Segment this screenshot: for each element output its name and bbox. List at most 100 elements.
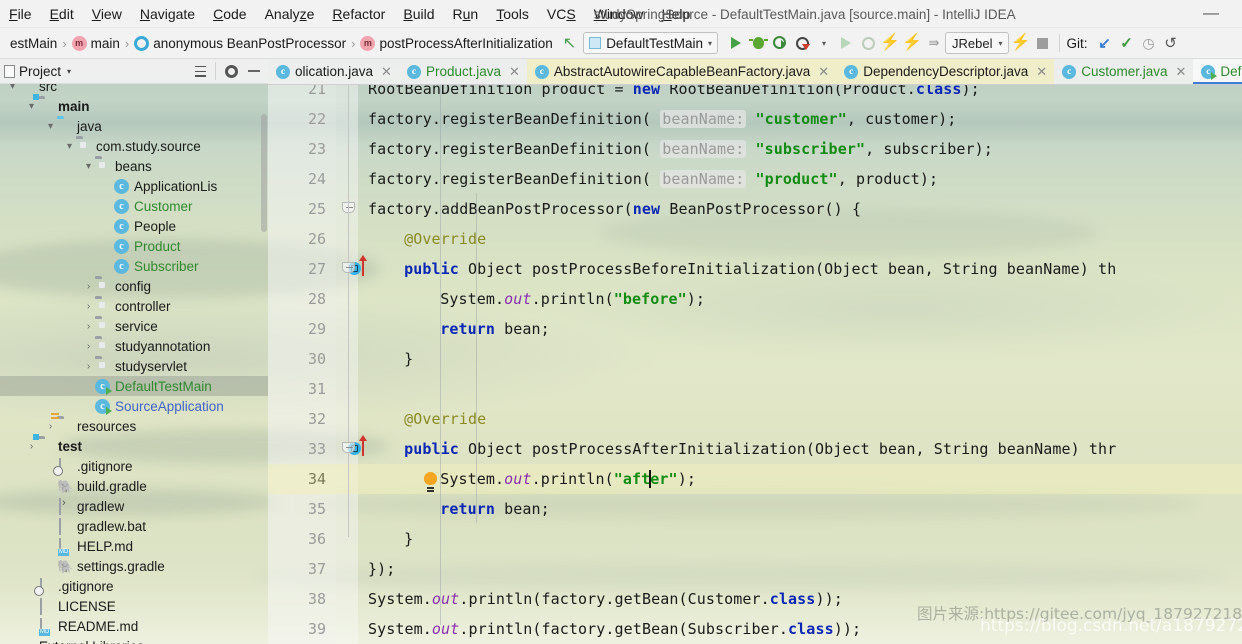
menu-item-analyze[interactable]: Analyze [256, 3, 324, 25]
chevron-down-icon[interactable]: ▾ [25, 101, 38, 112]
jrebel-selector[interactable]: JRebel ▾ [945, 32, 1010, 54]
code-line[interactable]: 27 public Object postProcessBeforeInitial… [268, 254, 1242, 284]
fold-collapse-icon[interactable] [342, 442, 355, 453]
chevron-down-icon[interactable]: ▾ [67, 67, 71, 76]
editor-code-area[interactable]: 21 RootBeanDefinition product = new RootB… [268, 85, 1242, 644]
chevron-right-icon[interactable]: › [82, 301, 95, 312]
stop-button[interactable] [1031, 32, 1053, 54]
code-line[interactable]: 26 @Override [268, 224, 1242, 254]
settings-gear-button[interactable] [221, 61, 241, 81]
code-line[interactable]: 25 factory.addBeanPostProcessor(new BeanP… [268, 194, 1242, 224]
git-update-button[interactable]: ↙ [1094, 32, 1116, 54]
tree-item-gitignore[interactable]: .gitignore [0, 576, 268, 596]
menu-item-run[interactable]: Run [444, 3, 488, 25]
debug-button[interactable] [747, 32, 769, 54]
editor-tab-customer-java[interactable]: c Customer.java ✕ [1054, 59, 1193, 84]
code-line[interactable]: 34 System.out.println("after"); [268, 464, 1242, 494]
git-rollback-button[interactable]: ↺ [1160, 32, 1182, 54]
intention-bulb-icon[interactable] [424, 472, 437, 489]
code-line[interactable]: 37}); [268, 554, 1242, 584]
tree-item-resources[interactable]: › resources [0, 416, 268, 436]
chevron-right-icon[interactable]: › [82, 361, 95, 372]
tree-item-service[interactable]: › service [0, 316, 268, 336]
tree-item-controller[interactable]: › controller [0, 296, 268, 316]
tree-item-subscriber[interactable]: c Subscriber [0, 256, 268, 276]
profile-button[interactable] [791, 32, 813, 54]
tree-item-config[interactable]: › config [0, 276, 268, 296]
editor-tab-product-java[interactable]: c Product.java ✕ [399, 59, 527, 84]
chevron-down-icon[interactable]: ▾ [44, 121, 57, 132]
editor-tab-strip[interactable]: c olication.java ✕ c Product.java ✕ c AbstractA… [268, 59, 1242, 85]
code-editor[interactable]: 21 RootBeanDefinition product = new RootB… [268, 85, 1242, 644]
menu-item-build[interactable]: Build [394, 3, 443, 25]
breadcrumb-item-main-method[interactable]: m main [71, 35, 120, 51]
chevron-right-icon[interactable]: › [44, 421, 57, 432]
collapse-all-button[interactable] [190, 61, 210, 81]
jrebel-extra-button[interactable]: ⚡ [1009, 32, 1031, 54]
jrebel-debug-button[interactable]: ⚡ [901, 32, 923, 54]
jrebel-more-button[interactable]: ⇛ [923, 32, 945, 54]
tree-item-people[interactable]: c People [0, 216, 268, 236]
tree-item-defaulttestmain[interactable]: c DefaultTestMain [0, 376, 268, 396]
project-panel-title[interactable]: Project [19, 64, 61, 79]
code-line[interactable]: 29 return bean; [268, 314, 1242, 344]
tree-item-main[interactable]: ▾ main [0, 96, 268, 116]
tree-item-java[interactable]: ▾ java [0, 116, 268, 136]
tree-item-com-study-source[interactable]: ▾ com.study.source [0, 136, 268, 156]
chevron-right-icon[interactable]: › [6, 641, 19, 644]
breadcrumb-item-anonymous-class[interactable]: anonymous BeanPostProcessor [134, 35, 346, 51]
close-icon[interactable]: ✕ [1036, 64, 1047, 80]
chevron-right-icon[interactable]: › [25, 441, 38, 452]
run-configuration-selector[interactable]: DefaultTestMain ▾ [583, 32, 718, 54]
code-line[interactable]: 24 factory.registerBeanDefinition( beanNa… [268, 164, 1242, 194]
tree-item-readme-md[interactable]: README.md [0, 616, 268, 636]
attach-profiler-button[interactable] [857, 32, 879, 54]
tree-item-product[interactable]: c Product [0, 236, 268, 256]
menu-item-code[interactable]: Code [204, 3, 255, 25]
jrebel-run-button[interactable]: ⚡ [879, 32, 901, 54]
tree-item-external-libraries[interactable]: › External Libraries [0, 636, 268, 644]
chevron-right-icon[interactable]: › [82, 321, 95, 332]
chevron-right-icon[interactable]: › [82, 341, 95, 352]
fold-marker[interactable] [342, 434, 356, 453]
tree-item-settings-gradle[interactable]: 🐘 settings.gradle [0, 556, 268, 576]
chevron-down-icon[interactable]: ▾ [6, 84, 19, 92]
menu-item-edit[interactable]: Edit [41, 3, 83, 25]
code-line[interactable]: 35 return bean; [268, 494, 1242, 524]
code-line[interactable]: 28 System.out.println("before"); [268, 284, 1242, 314]
run-with-coverage-button[interactable] [769, 32, 791, 54]
fold-marker[interactable] [342, 194, 356, 213]
menu-item-navigate[interactable]: Navigate [131, 3, 204, 25]
scroll-to-source-icon[interactable]: ↖ [563, 33, 576, 53]
profile-dropdown-button[interactable]: ▾ [813, 32, 835, 54]
tree-item-studyservlet[interactable]: › studyservlet [0, 356, 268, 376]
editor-tab-dependencydescriptor-java[interactable]: c DependencyDescriptor.java ✕ [836, 59, 1055, 84]
window-minimize-button[interactable]: — [1198, 0, 1224, 28]
chevron-down-icon[interactable]: ▾ [82, 161, 95, 172]
fold-marker[interactable] [342, 254, 356, 273]
tree-item-gradlew-bat[interactable]: gradlew.bat [0, 516, 268, 536]
hide-panel-button[interactable] [244, 61, 264, 81]
editor-tab-olication-java[interactable]: c olication.java ✕ [268, 59, 399, 84]
close-icon[interactable]: ✕ [818, 64, 829, 80]
tree-item-studyannotation[interactable]: › studyannotation [0, 336, 268, 356]
tree-item-license[interactable]: LICENSE [0, 596, 268, 616]
close-icon[interactable]: ✕ [381, 64, 392, 80]
close-icon[interactable]: ✕ [509, 64, 520, 80]
code-line[interactable]: 31 [268, 374, 1242, 404]
project-tree[interactable]: ▾ src ▾ main ▾ java ▾ com.study.source ▾ beans c Ap… [0, 84, 268, 644]
rerun-button[interactable] [835, 32, 857, 54]
menu-item-file[interactable]: File [0, 3, 41, 25]
menu-item-view[interactable]: View [83, 3, 131, 25]
editor-tab-defaulttestmain-ja[interactable]: cDefaultTestMain.ja [1193, 59, 1242, 84]
code-line[interactable]: 36} [268, 524, 1242, 554]
menu-item-refactor[interactable]: Refactor [323, 3, 394, 25]
tree-item-customer[interactable]: c Customer [0, 196, 268, 216]
menu-item-tools[interactable]: Tools [487, 3, 538, 25]
code-line[interactable]: 32 @Override [268, 404, 1242, 434]
chevron-right-icon[interactable]: › [82, 281, 95, 292]
chevron-down-icon[interactable]: ▾ [63, 141, 76, 152]
breadcrumb-item-class[interactable]: estMain [6, 36, 57, 51]
close-icon[interactable]: ✕ [1176, 64, 1187, 80]
code-line[interactable]: 21 RootBeanDefinition product = new RootB… [268, 85, 1242, 104]
